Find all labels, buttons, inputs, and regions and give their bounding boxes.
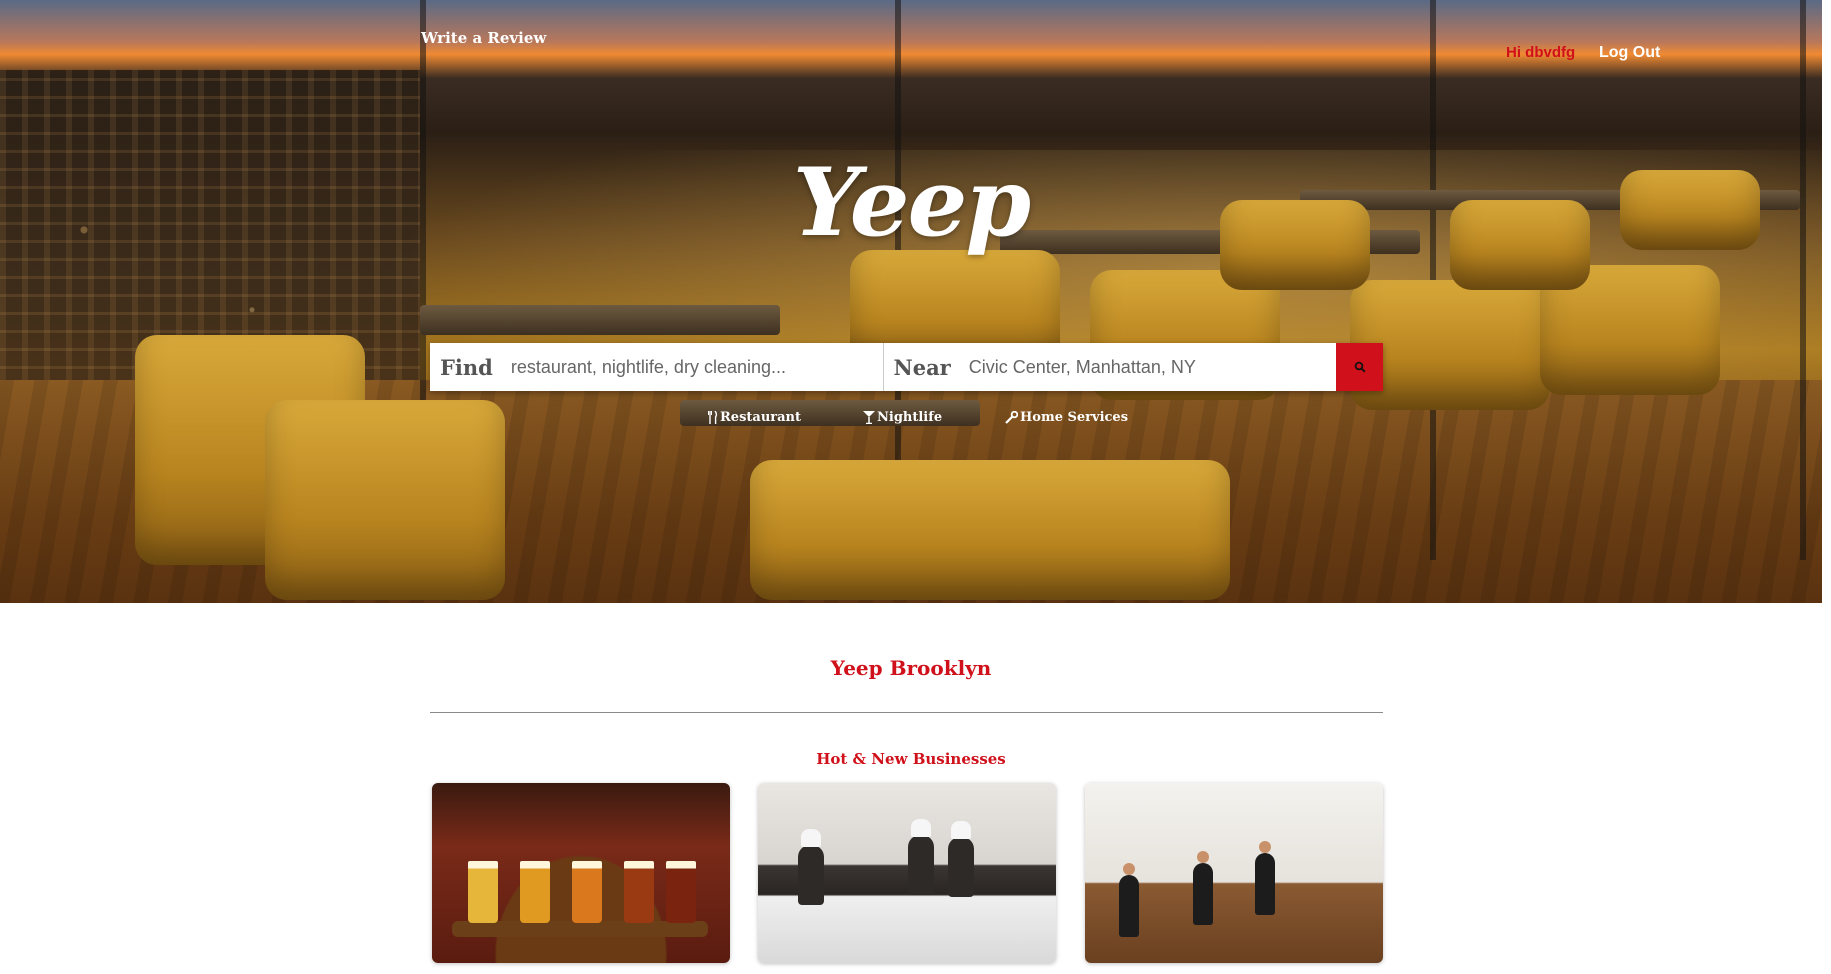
near-input[interactable] [960,344,1337,390]
user-greeting: Hi dbvdfg [1506,44,1576,61]
business-card-image[interactable] [432,783,730,963]
write-review-link[interactable]: Write a Review [421,29,546,47]
divider [430,712,1383,713]
category-label: Home Services [1020,410,1129,425]
category-label: Nightlife [877,410,943,425]
fork-knife-icon [708,411,718,424]
search-icon [1354,361,1366,373]
wrench-icon [1005,411,1018,424]
near-field: Near [883,343,1337,391]
category-nightlife[interactable]: Nightlife [863,410,942,425]
section-title: Yeep Brooklyn [830,656,992,680]
hero-banner: Write a Review Hi dbvdfg Log Out Yeep Fi… [0,0,1822,603]
business-card-image[interactable] [758,783,1056,963]
near-label: Near [893,354,951,380]
category-links: Restaurant Nightlife Home Services [0,410,1822,430]
find-input[interactable] [502,344,883,390]
category-label: Restaurant [720,410,802,425]
search-form: Find Near [430,343,1383,391]
find-field: Find [430,343,884,391]
category-restaurant[interactable]: Restaurant [708,410,801,425]
logout-link[interactable]: Log Out [1599,44,1660,62]
category-home-services[interactable]: Home Services [1005,410,1128,425]
find-label: Find [440,354,493,380]
cocktail-icon [863,411,875,424]
subsection-title: Hot & New Businesses [816,750,1006,768]
search-submit-button[interactable] [1336,343,1383,391]
business-card-image[interactable] [1085,783,1383,963]
site-logo[interactable]: Yeep [0,148,1822,258]
